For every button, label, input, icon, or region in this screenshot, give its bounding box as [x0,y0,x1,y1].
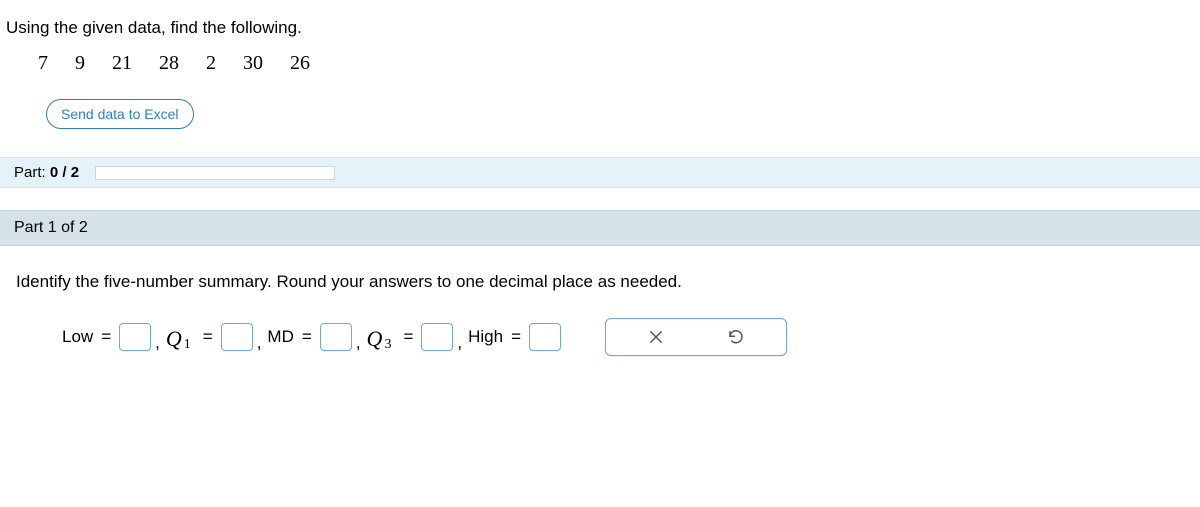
answer-row: Low = , Q1 = , MD = , Q3 = , High = [16,318,1184,356]
comma: , [356,333,361,353]
equals-sign: = [101,327,111,347]
q3-input[interactable] [421,323,453,351]
data-value: 2 [206,52,216,74]
data-values-row: 7 9 21 28 2 30 26 [0,52,1200,93]
equals-sign: = [302,327,312,347]
equals-sign: = [203,327,213,347]
high-input[interactable] [529,323,561,351]
progress-bar-row: Part: 0 / 2 [0,157,1200,188]
clear-button[interactable] [646,327,666,347]
q3-label: Q [367,326,383,352]
close-icon [647,328,665,346]
comma: , [155,333,160,353]
q1-subscript: 1 [184,337,191,353]
data-value: 9 [75,52,85,74]
action-toolbar [605,318,787,356]
progress-label: Part: 0 / 2 [14,164,79,181]
q1-label: Q [166,326,182,352]
progress-bar [95,166,335,180]
data-value: 26 [290,52,310,74]
send-to-excel-button[interactable]: Send data to Excel [46,99,194,129]
comma: , [457,333,462,353]
low-input[interactable] [119,323,151,351]
instruction-text: Identify the five-number summary. Round … [16,272,1184,292]
q1-input[interactable] [221,323,253,351]
prompt-text: Using the given data, find the following… [0,0,1200,52]
high-label: High [468,327,503,347]
reset-button[interactable] [726,327,746,347]
data-value: 7 [38,52,48,74]
data-value: 28 [159,52,179,74]
equals-sign: = [403,327,413,347]
md-label: MD [267,327,293,347]
data-value: 30 [243,52,263,74]
comma: , [257,333,262,353]
part-header: Part 1 of 2 [0,210,1200,246]
q3-subscript: 3 [384,337,391,353]
equals-sign: = [511,327,521,347]
md-input[interactable] [320,323,352,351]
low-label: Low [62,327,93,347]
data-value: 21 [112,52,132,74]
undo-icon [727,328,745,346]
